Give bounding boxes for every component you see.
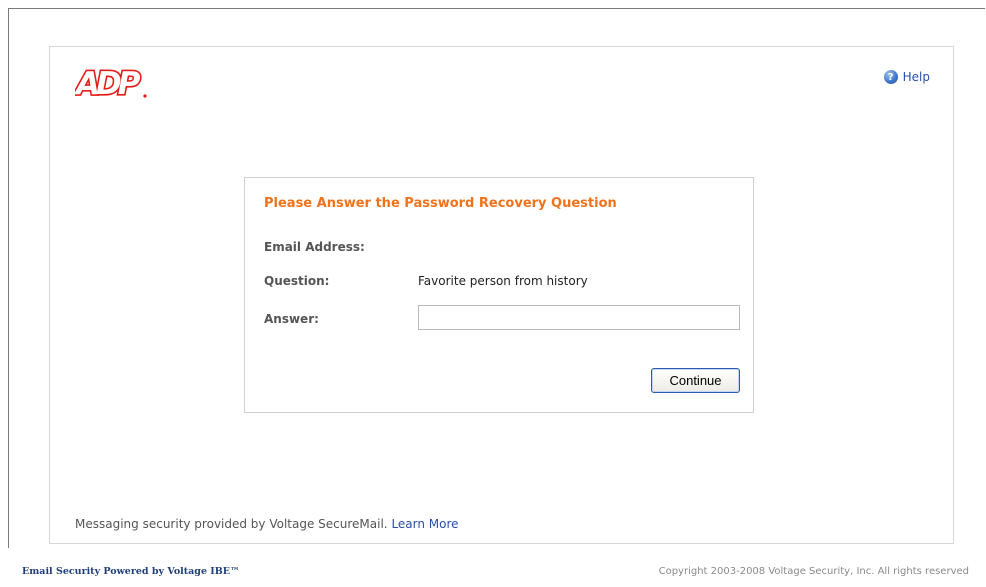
password-recovery-box: Please Answer the Password Recovery Ques… (244, 177, 754, 413)
question-label: Question: (264, 274, 330, 288)
continue-button[interactable]: Continue (651, 368, 740, 393)
messaging-security-note: Messaging security provided by Voltage S… (75, 517, 459, 531)
footer-powered-by: Email Security Powered by Voltage IBE™ (22, 566, 240, 577)
answer-label: Answer: (264, 312, 319, 326)
adp-logo: ADP ADP (75, 66, 147, 100)
messaging-text: Messaging security provided by Voltage S… (75, 517, 388, 531)
email-label: Email Address: (264, 240, 365, 254)
learn-more-link[interactable]: Learn More (391, 517, 458, 531)
question-icon: ? (883, 70, 898, 84)
form-title: Please Answer the Password Recovery Ques… (264, 196, 617, 211)
question-value: Favorite person from history (418, 274, 588, 288)
svg-text:ADP: ADP (75, 66, 141, 100)
footer-copyright: Copyright 2003-2008 Voltage Security, In… (658, 566, 969, 577)
help-link[interactable]: ? Help (883, 70, 930, 84)
answer-input[interactable] (418, 305, 740, 330)
help-label: Help (902, 70, 930, 84)
